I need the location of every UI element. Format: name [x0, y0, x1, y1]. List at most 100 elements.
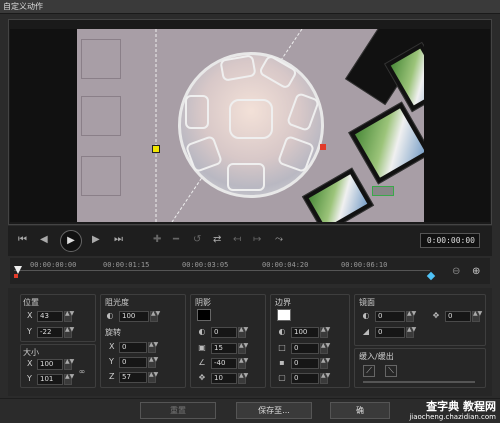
next-frame-icon[interactable]: ▶ [92, 234, 100, 245]
reverse-keyframe-icon[interactable]: ↺ [193, 234, 201, 245]
rotation-x-label: X [109, 342, 115, 351]
border-width-spinner[interactable]: ▲▼ [320, 343, 330, 354]
mirror-fade-field[interactable]: 0 [375, 327, 405, 338]
ok-button[interactable]: 确 [330, 402, 390, 419]
window-title: 自定义动作 [3, 2, 43, 11]
ease-out-icon[interactable]: ⟍ [385, 365, 397, 377]
border-width-field[interactable]: 0 [291, 343, 319, 354]
shadow-direction-spinner[interactable]: ▲▼ [238, 358, 248, 369]
ruler-tick: 00:00:01:15 [103, 261, 150, 269]
position-label: 位置 [23, 298, 39, 307]
move-right-icon[interactable]: ↦ [253, 234, 261, 245]
circle-photo-object[interactable] [178, 52, 324, 198]
position-x-field[interactable]: 43 [37, 311, 63, 322]
green-selection-handle[interactable] [372, 186, 394, 196]
watermark-line-1: 查字典 教程网 [426, 400, 496, 413]
rotation-z-spinner[interactable]: ▲▼ [148, 372, 158, 383]
reset-button[interactable]: 重置 [140, 402, 216, 419]
position-y-field[interactable]: -22 [37, 327, 63, 338]
mirror-fade-spinner[interactable]: ▲▼ [406, 327, 416, 338]
mirror-opacity-spinner[interactable]: ▲▼ [406, 311, 416, 322]
position-y-spinner[interactable]: ▲▼ [64, 327, 74, 338]
shadow-blur-icon: ▣ [198, 343, 206, 352]
opacity-field[interactable]: 100 [119, 311, 149, 322]
ruler-tick: 00:00:04:20 [262, 261, 309, 269]
shadow-distance-field[interactable]: 10 [211, 373, 237, 384]
position-y-label: Y [27, 327, 32, 336]
border-opacity-field[interactable]: 100 [291, 327, 319, 338]
title-bar: 自定义动作 [0, 0, 500, 14]
rotation-y-spinner[interactable]: ▲▼ [148, 357, 158, 368]
shadow-opacity-field[interactable]: 0 [211, 327, 237, 338]
rotation-x-spinner[interactable]: ▲▼ [148, 342, 158, 353]
preview-letterbox-left [10, 29, 77, 222]
ruler-tick: 00:00:06:10 [341, 261, 388, 269]
size-y-field[interactable]: 101 [37, 374, 63, 385]
position-x-spinner[interactable]: ▲▼ [64, 311, 74, 322]
segment-frame [276, 134, 316, 174]
keyframe-jump-icon[interactable]: ⤳ [275, 234, 283, 245]
shadow-color-swatch[interactable] [197, 309, 211, 321]
rotation-y-field[interactable]: 0 [119, 357, 147, 368]
link-icon[interactable]: ∞ [77, 367, 87, 377]
play-button[interactable]: ▶ [60, 230, 82, 252]
shadow-opacity-spinner[interactable]: ▲▼ [238, 327, 248, 338]
segment-frame [227, 163, 265, 191]
border-opacity-spinner[interactable]: ▲▼ [320, 327, 330, 338]
position-group: 位置 X 43 ▲▼ Y -22 ▲▼ [20, 294, 96, 342]
watermark: 查字典 教程网 jiaocheng.chazidian.com [409, 400, 496, 422]
shadow-distance-icon: ✥ [198, 373, 206, 382]
rotation-z-field[interactable]: 57 [119, 372, 147, 383]
zoom-out-icon[interactable]: ⊖ [452, 266, 460, 277]
go-to-start-icon[interactable]: ⏮ [18, 234, 27, 245]
shadow-blur-spinner[interactable]: ▲▼ [238, 343, 248, 354]
size-x-field[interactable]: 100 [37, 359, 63, 370]
watermark-line-2: jiaocheng.chazidian.com [409, 413, 496, 421]
mirror-offset-field[interactable]: 0 [445, 311, 471, 322]
border-corner-spinner[interactable]: ▲▼ [320, 373, 330, 384]
opacity-rotation-group: 阻光度 ◐ 100 ▲▼ 旋转 X 0 ▲▼ Y 0 ▲▼ Z 57 ▲▼ [100, 294, 186, 388]
size-label: 大小 [23, 348, 39, 357]
shadow-distance-spinner[interactable]: ▲▼ [238, 373, 248, 384]
keyframe-marker[interactable] [426, 271, 436, 281]
shadow-group: 阴影 ◐ 0 ▲▼ ▣ 15 ▲▼ ∠ -40 ▲▼ ✥ 10 ▲▼ [190, 294, 266, 388]
border-style-spinner[interactable]: ▲▼ [320, 358, 330, 369]
mirror-offset-spinner[interactable]: ▲▼ [472, 311, 482, 322]
border-style-field[interactable]: 0 [291, 358, 319, 369]
rotation-x-field[interactable]: 0 [119, 342, 147, 353]
ease-in-icon[interactable]: ⟋ [363, 365, 375, 377]
dialog-footer: 重置 保存至... 确 查字典 教程网 jiaocheng.chazidian.… [0, 398, 500, 423]
mirror-fade-icon: ◢ [362, 327, 370, 336]
size-x-spinner[interactable]: ▲▼ [64, 359, 74, 370]
playback-controls: ⏮ ◀ ▶ ▶ ⏭ ✚ ━ ↺ ⇄ ↤ ↦ ⤳ 0:00:00:00 [8, 226, 492, 256]
save-to-button[interactable]: 保存至... [236, 402, 312, 419]
mirror-offset-icon: ✥ [432, 311, 440, 320]
remove-keyframe-icon[interactable]: ━ [173, 234, 179, 245]
red-anchor-handle[interactable] [320, 144, 326, 150]
mirror-opacity-field[interactable]: 0 [375, 311, 405, 322]
segment-frame [219, 54, 257, 82]
timeline-ruler[interactable]: 00:00:00:00 00:00:01:15 00:00:03:05 00:0… [10, 258, 490, 284]
yellow-anchor-handle[interactable] [152, 145, 160, 153]
go-to-end-icon[interactable]: ⏭ [114, 234, 123, 245]
previous-frame-icon[interactable]: ◀ [40, 234, 48, 245]
ruler-tick: 00:00:03:05 [182, 261, 229, 269]
zoom-in-icon[interactable]: ⊕ [472, 266, 480, 277]
swap-keyframe-icon[interactable]: ⇄ [213, 234, 221, 245]
shadow-blur-field[interactable]: 15 [211, 343, 237, 354]
segment-frame [185, 95, 209, 129]
ease-slider[interactable] [363, 381, 475, 383]
opacity-spinner[interactable]: ▲▼ [150, 311, 160, 322]
opacity-label: 阻光度 [105, 298, 129, 307]
size-group: 大小 X 100 ▲▼ Y 101 ▲▼ ∞ [20, 344, 96, 388]
size-y-spinner[interactable]: ▲▼ [64, 374, 74, 385]
timecode-display[interactable]: 0:00:00:00 [420, 233, 480, 248]
shadow-direction-field[interactable]: -40 [211, 358, 237, 369]
border-corner-field[interactable]: 0 [291, 373, 319, 384]
shadow-label: 阴影 [195, 298, 211, 307]
add-keyframe-icon[interactable]: ✚ [153, 234, 161, 245]
mirror-group: 镜面 ◐ 0 ▲▼ ✥ 0 ▲▼ ◢ 0 ▲▼ [354, 294, 486, 346]
move-left-icon[interactable]: ↤ [233, 234, 241, 245]
preview-canvas[interactable] [77, 29, 424, 222]
border-color-swatch[interactable] [277, 309, 291, 321]
